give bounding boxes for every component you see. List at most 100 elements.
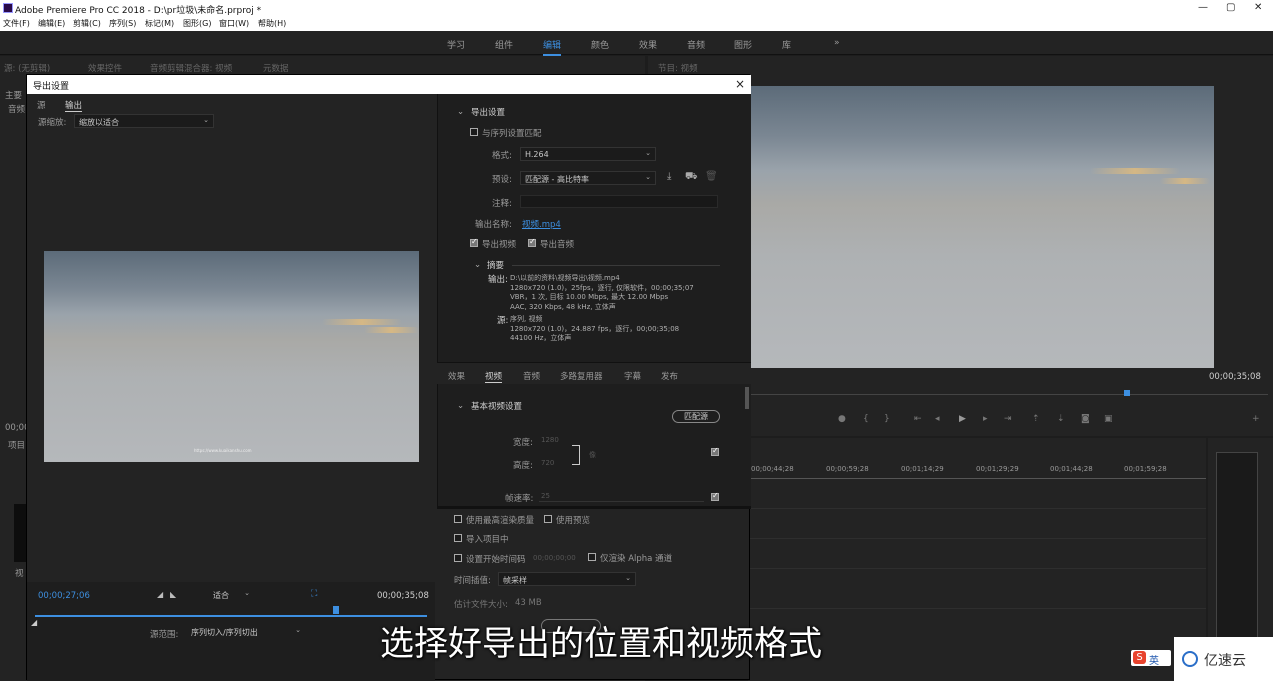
tab-source[interactable]: 源	[37, 99, 46, 111]
ruler-tick: 00;00;44;28	[751, 465, 794, 473]
menu-clip[interactable]: 剪辑(C)	[73, 18, 101, 29]
height-value[interactable]: 720	[541, 459, 554, 467]
comments-input[interactable]	[520, 195, 718, 208]
save-preset-icon[interactable]: ⤓	[667, 171, 671, 182]
import-preset-icon[interactable]: ⛟	[685, 171, 698, 184]
settings-scrollbar[interactable]	[745, 387, 749, 409]
collapse-icon[interactable]: ⌄	[457, 401, 464, 411]
source-scale-dropdown[interactable]: 缩放以适合 ⌄	[74, 114, 214, 128]
range-start-handle-icon[interactable]: ◢	[31, 618, 37, 627]
ime-indicator: S 英	[1131, 650, 1171, 667]
timeline-ruler[interactable]	[748, 478, 1206, 479]
export-audio-checkbox[interactable]	[528, 237, 536, 247]
fit-dropdown[interactable]: 适合 ⌄	[209, 588, 254, 602]
delete-preset-icon[interactable]: 🗑	[705, 171, 718, 182]
link-bracket[interactable]	[572, 445, 580, 465]
step-back-icon[interactable]: ◂	[935, 414, 940, 424]
collapse-icon[interactable]: ⌄	[457, 107, 464, 117]
workspace-editing[interactable]: 编辑	[543, 38, 562, 56]
panel-tab-metadata[interactable]: 元数据	[263, 62, 289, 74]
workspace-assembly[interactable]: 组件	[495, 38, 513, 51]
crop-icon[interactable]: ⛶	[311, 589, 317, 599]
source-scale-label: 源缩放:	[38, 118, 67, 128]
workspace-effects[interactable]: 效果	[639, 38, 657, 51]
panel-tab-program[interactable]: 节目: 视频	[658, 62, 698, 74]
program-scrubber[interactable]	[748, 394, 1268, 395]
go-in-icon[interactable]: ⇤	[914, 414, 922, 424]
frame-rate-value[interactable]: 25	[541, 492, 550, 500]
start-timecode-value[interactable]: 00;00;00;00	[533, 554, 576, 562]
interpolation-dropdown[interactable]: 帧采样 ⌄	[498, 572, 636, 586]
workspace-learn[interactable]: 学习	[447, 38, 465, 51]
compare-icon[interactable]: ▣	[1104, 414, 1113, 424]
height-label: 高度:	[513, 461, 533, 471]
chevron-down-icon: ⌄	[295, 626, 301, 634]
workspace-color[interactable]: 颜色	[591, 38, 609, 51]
menu-file[interactable]: 文件(F)	[3, 18, 30, 29]
lift-icon[interactable]: ⇡	[1032, 414, 1040, 424]
import-project-checkbox[interactable]	[454, 534, 462, 542]
max-render-checkbox[interactable]	[454, 515, 462, 523]
menu-window[interactable]: 窗口(W)	[219, 18, 249, 29]
frame-rate-match-checkbox[interactable]	[711, 491, 719, 501]
set-out-icon[interactable]: ◣	[170, 590, 176, 599]
match-sequence-checkbox[interactable]	[470, 128, 478, 136]
current-timecode[interactable]: 00;00;27;06	[38, 591, 90, 601]
play-icon[interactable]: ▶	[959, 414, 966, 424]
workspace-graphics[interactable]: 图形	[734, 38, 752, 51]
tab-captions[interactable]: 字幕	[624, 370, 641, 382]
workspace-overflow-button[interactable]: »	[834, 38, 840, 48]
menu-marker[interactable]: 标记(M)	[145, 18, 174, 29]
go-out-icon[interactable]: ⇥	[1004, 414, 1012, 424]
use-previews-checkbox[interactable]	[544, 515, 552, 523]
output-name-link[interactable]: 视频.mp4	[522, 218, 561, 230]
chevron-down-icon: ⌄	[645, 173, 651, 181]
source-range-dropdown[interactable]: 序列切入/序列切出 ⌄	[187, 625, 305, 639]
start-timecode-checkbox[interactable]	[454, 554, 462, 562]
workspace-libraries[interactable]: 库	[782, 38, 791, 51]
minimize-button[interactable]: —	[1198, 2, 1208, 13]
alpha-only-checkbox[interactable]	[588, 553, 596, 561]
tab-multiplexer[interactable]: 多路复用器	[560, 370, 603, 382]
chevron-down-icon: ⌄	[645, 149, 651, 157]
panel-tab-effect-controls[interactable]: 效果控件	[88, 62, 122, 74]
set-in-icon[interactable]: ◢	[157, 590, 163, 599]
marker-icon[interactable]: ●	[838, 414, 846, 424]
preview-playhead[interactable]	[333, 606, 339, 614]
camera-icon[interactable]: ◙	[1081, 414, 1090, 424]
start-timecode-label: 设置开始时间码	[466, 555, 526, 565]
tab-video[interactable]: 视频	[485, 370, 503, 383]
workspace-audio[interactable]: 音频	[687, 38, 705, 51]
collapse-icon[interactable]: ⌄	[474, 260, 481, 270]
extract-icon[interactable]: ⇣	[1057, 414, 1065, 424]
out-point-icon[interactable]: }	[884, 414, 890, 424]
menu-help[interactable]: 帮助(H)	[258, 18, 286, 29]
preset-dropdown[interactable]: 匹配源 - 高比特率 ⌄	[520, 171, 656, 185]
add-button-icon[interactable]: +	[1252, 414, 1260, 424]
tab-audio[interactable]: 音频	[523, 370, 540, 382]
end-timecode: 00;00;35;08	[377, 591, 429, 601]
tab-publish[interactable]: 发布	[661, 370, 678, 382]
in-point-icon[interactable]: {	[863, 414, 869, 424]
program-playhead[interactable]	[1124, 390, 1130, 396]
interpolation-label: 时间插值:	[454, 576, 491, 586]
tab-output[interactable]: 输出	[65, 99, 83, 112]
maximize-button[interactable]: ▢	[1226, 2, 1235, 13]
export-video-checkbox[interactable]	[470, 237, 478, 247]
width-value[interactable]: 1280	[541, 436, 559, 444]
step-forward-icon[interactable]: ▸	[983, 414, 988, 424]
export-range-bar[interactable]	[35, 615, 427, 617]
menu-sequence[interactable]: 序列(S)	[109, 18, 136, 29]
menu-edit[interactable]: 编辑(E)	[38, 18, 65, 29]
width-match-checkbox[interactable]	[711, 446, 719, 456]
close-window-button[interactable]: ✕	[1254, 2, 1262, 13]
tab-effects[interactable]: 效果	[448, 370, 465, 382]
preset-value: 匹配源 - 高比特率	[525, 175, 589, 184]
dialog-close-button[interactable]: ×	[735, 77, 745, 91]
panel-tab-audio-mixer[interactable]: 音频剪辑混合器: 视频	[150, 62, 232, 74]
format-dropdown[interactable]: H.264 ⌄	[520, 147, 656, 161]
menu-graphics[interactable]: 图形(G)	[183, 18, 211, 29]
panel-tab-source[interactable]: 源: (无剪辑)	[4, 62, 50, 74]
export-audio-label: 导出音频	[540, 240, 575, 250]
match-source-button[interactable]: 匹配源	[672, 410, 720, 423]
